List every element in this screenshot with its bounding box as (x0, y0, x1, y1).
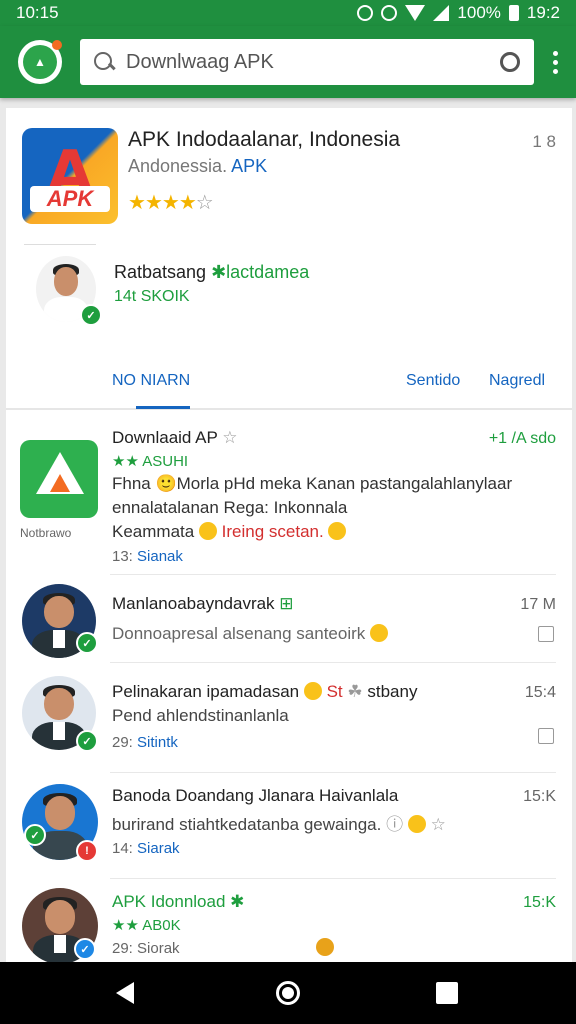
search-bar[interactable]: Downlwaag APK (80, 39, 534, 85)
results-card: A APK APK Indodaalanar, Indonesia 1 8 An… (6, 108, 572, 962)
app-logo[interactable]: ▲ (18, 40, 62, 84)
toolbar: ▲ Downlwaag APK (0, 26, 576, 98)
emoji-icon (328, 522, 347, 540)
top-app-title[interactable]: APK Indodaalanar, Indonesia (128, 128, 400, 152)
bookmark-icon[interactable] (538, 626, 554, 642)
star-icon: ☆ (222, 428, 238, 447)
developer-name: Ratbatsang ✱lactdamea (114, 262, 310, 282)
alert-badge-icon: ! (76, 840, 98, 862)
feed-item-meta: 29: Sitintk (112, 734, 178, 751)
top-app-icon-label: APK (30, 186, 110, 212)
divider (110, 574, 556, 575)
voice-search-icon[interactable] (500, 52, 520, 72)
feed-item-line: Fhna 🙂Morla pHd meka Kanan pastangalahla… (112, 474, 513, 493)
verified-badge-icon: ✓ (80, 304, 102, 326)
verified-badge-icon: ✓ (76, 632, 98, 654)
divider (24, 244, 96, 245)
feed-item-meta: 14: Siarak (112, 840, 180, 857)
emoji-icon (303, 682, 322, 700)
app-tile-icon (20, 440, 98, 518)
verified-badge-icon: ✓ (24, 824, 46, 846)
top-app-icon[interactable]: A APK (22, 128, 118, 224)
status-bar: 10:15 100% 19:2 (0, 0, 576, 26)
sync-icon (381, 5, 398, 21)
feed-item-line: ennalatalanan Rega: Inkonnala (112, 498, 348, 517)
status-icons: 100% 19:2 (357, 3, 560, 23)
tab-sentido[interactable]: Sentido (406, 372, 460, 390)
navigation-bar (0, 962, 576, 1024)
feed-item-title: Pelinakaran ipamadasan St ☘ stbany (112, 682, 418, 701)
status-right-text: 19:2 (526, 3, 560, 22)
add-icon: ⊞ (279, 594, 294, 613)
feed-item-title: Manlanoabayndavrak ⊞ (112, 594, 294, 613)
feed-item-line: burirand stiahtkedatanba gewainga. ⓘ ☆ (112, 815, 446, 834)
back-icon[interactable] (116, 982, 134, 1004)
feed-item-right: +1 /A sdo (488, 430, 556, 447)
top-app-subtitle: Andonessia. APK (128, 156, 268, 176)
feed-item-right: 15:K (523, 894, 556, 911)
notification-dot (52, 40, 62, 50)
feed-item-title: Banoda Doandang Jlanara Haivanlala (112, 786, 399, 805)
tab-no-niarn[interactable]: NO NIARN (112, 372, 190, 390)
feed-item-title: Downlaaid AP ☆ (112, 428, 238, 447)
feed-item-title: APK Idonnload ✱ (112, 892, 245, 911)
feed-item-line: Pend ahlendstinanlanla (112, 706, 289, 725)
signal-icon (433, 5, 450, 21)
apk-logo-icon: ▲ (23, 45, 57, 79)
feed-item-meta: 29: Siorak (112, 940, 180, 957)
tab-nagredl[interactable]: Nagredl (489, 372, 545, 390)
emoji-icon (370, 624, 389, 642)
star-filled-icon: ★ (178, 192, 197, 214)
wifi-icon (405, 5, 426, 21)
overflow-menu-icon[interactable] (552, 50, 558, 74)
verified-badge-icon: ✓ (76, 730, 98, 752)
status-time: 10:15 (16, 3, 59, 22)
active-tab-indicator (136, 406, 190, 409)
list-item[interactable]: ✓ ! Banoda Doandang Jlanara Haivanlala 1… (6, 776, 572, 880)
developer-row[interactable]: ✓ Ratbatsang ✱lactdamea 14t SKOIK (36, 256, 556, 332)
top-app-side-meta: 1 8 (532, 132, 556, 151)
divider (110, 772, 556, 773)
developer-stat: 14t SKOIK (114, 288, 190, 305)
search-input[interactable]: Downlwaag APK (126, 51, 488, 74)
top-app-subtitle-link[interactable]: APK (231, 156, 267, 176)
star-icon: ☆ (430, 815, 446, 834)
list-item[interactable]: ✓ Manlanoabayndavrak ⊞ 17 M Donnoapresal… (6, 578, 572, 662)
feed-item-right: 17 M (520, 596, 556, 613)
star-filled-icon: ★ (144, 192, 163, 214)
tab-bar: NO NIARN Sentido Nagredl (6, 358, 572, 410)
battery-icon (508, 5, 519, 21)
search-icon (94, 52, 114, 72)
divider (110, 878, 556, 879)
feed-item-meta: 13: Sianak (112, 548, 183, 565)
emoji-icon (407, 815, 426, 833)
feed-item-line: Keammata Ireing scetan. (112, 522, 347, 542)
alarm-icon (357, 5, 374, 21)
top-app-rating: ★★★★☆ (128, 190, 214, 215)
app-tile-caption: Notbrawo (20, 526, 72, 540)
list-item[interactable]: ✓ Pelinakaran ipamadasan St ☘ stbany 15:… (6, 668, 572, 772)
divider (110, 662, 556, 663)
list-item[interactable]: Notbrawo Downlaaid AP ☆ +1 /A sdo ★★ ASU… (6, 412, 572, 576)
star-filled-icon: ★ (128, 192, 146, 214)
feed-item-right: 15:4 (524, 684, 556, 701)
emoji-icon (198, 522, 217, 540)
feed-item-line: Donnoapresal alsenang santeoirk (112, 624, 389, 644)
recents-icon[interactable] (436, 982, 458, 1004)
battery-percent: 100% (457, 3, 501, 22)
star-empty-icon: ☆ (195, 192, 214, 214)
feed-item-rating: ★★ AB0K (112, 917, 181, 934)
star-filled-icon: ★ (161, 192, 180, 214)
feed-item-rating: ★★ ASUHI (112, 453, 189, 470)
verified-badge-icon: ✓ (74, 938, 96, 960)
feed-item-right: 15:K (523, 788, 556, 805)
bookmark-icon[interactable] (538, 728, 554, 744)
home-icon[interactable] (276, 981, 300, 1005)
emoji-icon (316, 938, 334, 956)
list-item[interactable]: ✓ APK Idonnload ✱ 15:K ★★ AB0K 29: Siora… (6, 882, 572, 962)
